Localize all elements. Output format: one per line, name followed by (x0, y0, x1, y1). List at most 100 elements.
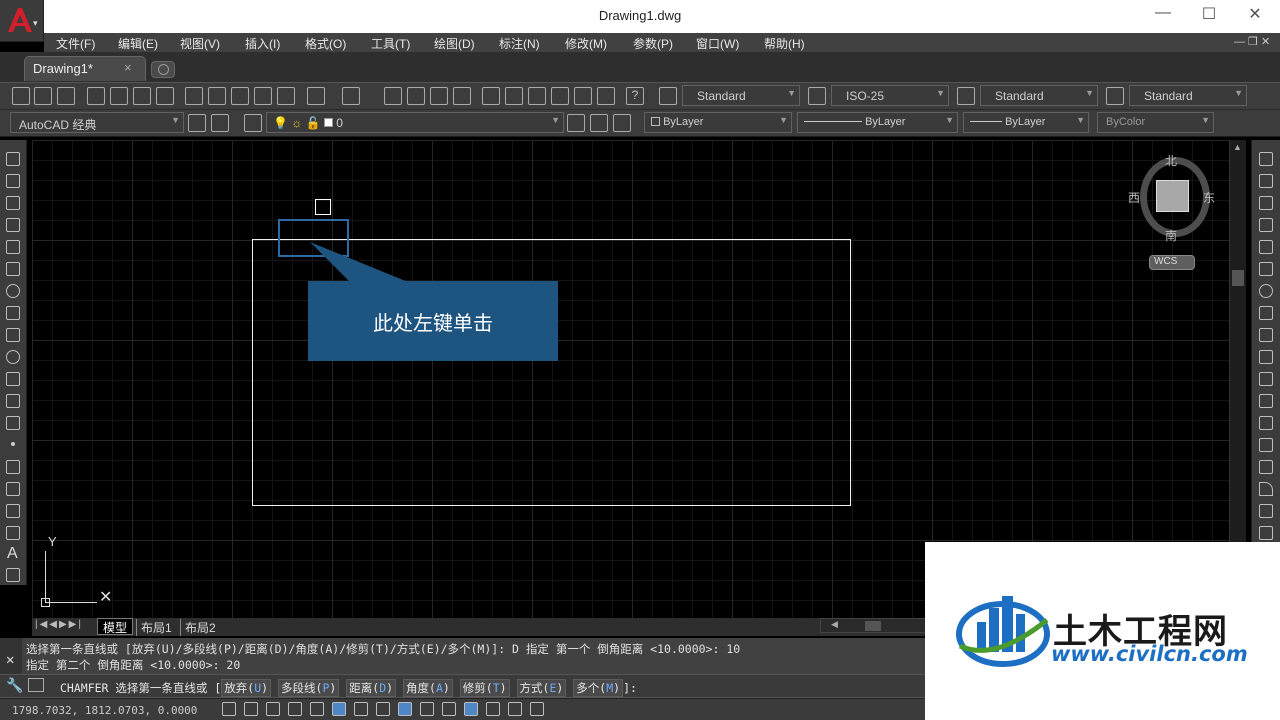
application-menu-button[interactable]: ▾ (0, 0, 44, 42)
3d-object-snap-icon[interactable] (354, 702, 368, 716)
option-polyline[interactable]: 多段线(P) (278, 679, 340, 697)
break-icon[interactable] (1259, 416, 1273, 430)
hscroll-thumb[interactable] (865, 621, 881, 631)
construction-line-icon[interactable] (6, 174, 20, 188)
minimize-button[interactable]: — (1140, 4, 1186, 28)
mleader-style-select[interactable]: Standard ▼ (1129, 85, 1247, 106)
menu-insert[interactable]: 插入(I) (245, 35, 280, 52)
make-block-icon[interactable] (6, 416, 20, 430)
snap-mode-icon[interactable] (244, 702, 258, 716)
coordinates-readout[interactable]: 1798.7032, 1812.0703, 0.0000 (12, 704, 197, 717)
compass-north[interactable]: 北 (1165, 152, 1177, 169)
menu-parametric[interactable]: 参数(P) (633, 35, 673, 52)
tab-model[interactable]: 模型 (97, 618, 134, 635)
tool-palettes-icon[interactable] (528, 87, 546, 105)
compass-west[interactable]: 西 (1128, 189, 1140, 206)
quickcalc-icon[interactable] (597, 87, 615, 105)
menu-draw[interactable]: 绘图(D) (434, 35, 475, 52)
ellipse-arc-icon[interactable] (6, 372, 20, 386)
menu-modify[interactable]: 修改(M) (565, 35, 607, 52)
make-current-layer-icon[interactable] (567, 114, 585, 132)
option-method[interactable]: 方式(E) (516, 679, 567, 697)
option-distance[interactable]: 距离(D) (346, 679, 397, 697)
menu-window[interactable]: 窗口(W) (696, 35, 739, 52)
new-tab-button[interactable] (151, 61, 175, 78)
annotation-monitor-icon[interactable] (530, 702, 544, 716)
object-snap-tracking-icon[interactable] (376, 702, 390, 716)
customize-wrench-icon[interactable]: 🔧 (6, 677, 23, 694)
tab-layout1[interactable]: 布局1 (136, 619, 176, 636)
plot-preview-icon[interactable] (110, 87, 128, 105)
block-editor-icon[interactable] (277, 87, 295, 105)
linetype-select[interactable]: ByLayer ▼ (797, 112, 958, 133)
scroll-up-icon[interactable]: ▲ (1233, 142, 1242, 152)
publish-icon[interactable] (133, 87, 151, 105)
multiline-text-icon[interactable]: A (7, 545, 18, 563)
menu-dimension[interactable]: 标注(N) (499, 35, 540, 52)
open-icon[interactable] (34, 87, 52, 105)
mleader-style-icon[interactable] (1106, 87, 1124, 105)
hatch-icon[interactable] (6, 460, 20, 474)
move-icon[interactable] (1259, 262, 1273, 276)
trim-icon[interactable] (1259, 350, 1273, 364)
insert-block-icon[interactable] (6, 394, 20, 408)
cut-icon[interactable] (185, 87, 203, 105)
compass-south[interactable]: 南 (1165, 227, 1177, 244)
offset-icon[interactable] (1259, 218, 1273, 232)
table-icon[interactable] (6, 526, 20, 540)
dynamic-ucs-icon[interactable] (398, 702, 412, 716)
paste-icon[interactable] (231, 87, 249, 105)
polar-tracking-icon[interactable] (310, 702, 324, 716)
layer-select[interactable]: 💡 ☼ 🔓 0 ▼ (266, 112, 564, 133)
array-icon[interactable] (1259, 240, 1273, 254)
redo-icon[interactable] (342, 87, 360, 105)
circle-icon[interactable] (6, 284, 20, 298)
compass-east[interactable]: 东 (1203, 189, 1215, 206)
pan-icon[interactable] (384, 87, 402, 105)
workspace-select[interactable]: AutoCAD 经典 ▼ (10, 112, 184, 133)
tab-close-icon[interactable]: × (124, 60, 132, 75)
maximize-button[interactable]: ☐ (1186, 4, 1232, 28)
menu-help[interactable]: 帮助(H) (764, 35, 805, 52)
dim-style-icon[interactable] (808, 87, 826, 105)
layout-nav-arrows-icon[interactable]: |◀◀▶▶| (35, 619, 83, 630)
markup-icon[interactable] (574, 87, 592, 105)
arc-icon[interactable] (6, 262, 20, 276)
option-undo[interactable]: 放弃(U) (221, 679, 272, 697)
dynamic-input-icon[interactable] (420, 702, 434, 716)
tab-drawing1[interactable]: Drawing1* × (24, 56, 146, 81)
recent-commands-icon[interactable] (28, 678, 44, 692)
command-line[interactable]: 🔧 CHAMFER 选择第一条直线或 [放弃(U) 多段线(P) 距离(D) 角… (0, 674, 925, 698)
text-style-icon[interactable] (659, 87, 677, 105)
selection-cycling-icon[interactable] (508, 702, 522, 716)
line-icon[interactable] (6, 152, 20, 166)
lineweight-toggle-icon[interactable] (442, 702, 456, 716)
object-snap-icon[interactable] (332, 702, 346, 716)
explode-icon[interactable] (1259, 526, 1273, 540)
infer-constraints-icon[interactable] (222, 702, 236, 716)
spline-icon[interactable] (6, 328, 20, 342)
close-command-icon[interactable]: ✕ (6, 652, 14, 668)
menu-view[interactable]: 视图(V) (180, 35, 220, 52)
workspace-lock-icon[interactable] (211, 114, 229, 132)
sheet-set-icon[interactable] (551, 87, 569, 105)
plot-icon[interactable] (87, 87, 105, 105)
design-center-icon[interactable] (505, 87, 523, 105)
scroll-thumb[interactable] (1232, 270, 1244, 286)
3d-dwf-icon[interactable] (156, 87, 174, 105)
add-selected-icon[interactable] (6, 568, 20, 582)
workspace-settings-icon[interactable] (188, 114, 206, 132)
extend-icon[interactable] (1259, 372, 1273, 386)
option-multiple[interactable]: 多个(M) (573, 679, 624, 697)
table-style-icon[interactable] (957, 87, 975, 105)
region-icon[interactable] (6, 504, 20, 518)
match-properties-icon[interactable] (254, 87, 272, 105)
menu-file[interactable]: 文件(F) (56, 35, 95, 52)
fillet-icon[interactable] (1259, 482, 1273, 496)
erase-icon[interactable] (1259, 152, 1273, 166)
ellipse-icon[interactable] (6, 350, 20, 364)
text-style-select[interactable]: Standard ▼ (682, 85, 800, 106)
revision-cloud-icon[interactable] (6, 306, 20, 320)
undo-icon[interactable] (307, 87, 325, 105)
break-at-point-icon[interactable] (1259, 394, 1273, 408)
